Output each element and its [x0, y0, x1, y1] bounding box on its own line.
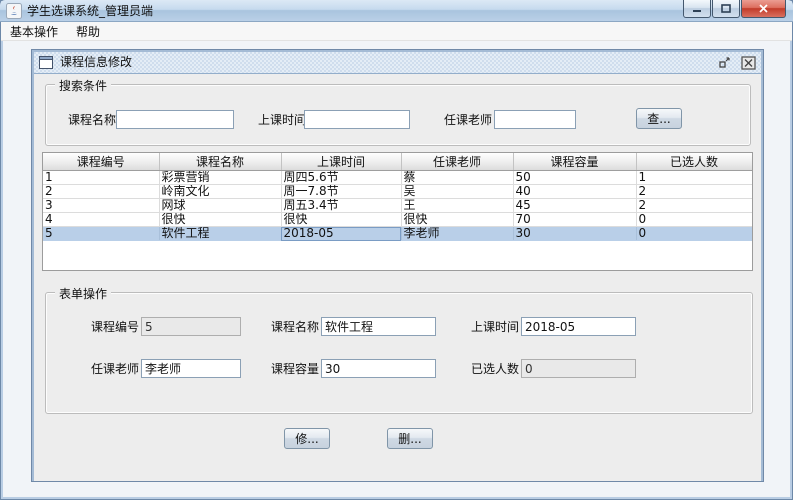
table-cell[interactable]: 很快 [159, 212, 282, 227]
form-selected-count-input [521, 359, 636, 378]
form-groupbox: 表单操作 课程编号 课程名称 上课时间 任课老师 课程容量 已选人数 [45, 285, 753, 414]
form-course-id-input [141, 317, 241, 336]
form-capacity-label: 课程容量 [271, 362, 320, 376]
form-teacher-input[interactable] [141, 359, 241, 378]
maximize-icon [721, 4, 731, 13]
internal-maximize-button[interactable] [716, 55, 732, 70]
table-cell[interactable]: 5 [43, 226, 160, 241]
search-group-title: 搜索条件 [55, 77, 112, 94]
search-time-label: 上课时间 [258, 113, 307, 127]
form-capacity-input[interactable] [321, 359, 436, 378]
menu-bar: 基本操作 帮助 [1, 22, 792, 41]
table-row[interactable]: 3 网球 周五3.4节王 45 2 [43, 198, 752, 213]
table-cell[interactable]: 软件工程 [159, 226, 282, 241]
form-course-name-label: 课程名称 [271, 320, 320, 334]
table-cell[interactable]: 蔡 [401, 170, 514, 185]
close-icon [759, 4, 768, 13]
col-header-capacity[interactable]: 课程容量 [513, 153, 637, 171]
table-cell[interactable]: 45 [513, 198, 637, 213]
search-time-input[interactable] [304, 110, 410, 129]
menu-item-help[interactable]: 帮助 [67, 22, 109, 41]
table-cell[interactable]: 很快 [281, 212, 402, 227]
course-table-body: 1 彩票营销 周四5.6节蔡 50 1 2 岭南文化 周一7.8节吴 40 2 3 网球 周五3.4节王… [43, 170, 752, 241]
java-app-icon [6, 3, 22, 19]
form-time-input[interactable] [521, 317, 636, 336]
table-cell[interactable]: 70 [513, 212, 637, 227]
col-header-time[interactable]: 上课时间 [281, 153, 402, 171]
search-button[interactable]: 查... [636, 108, 682, 129]
table-cell[interactable]: 30 [513, 226, 637, 241]
maximize-button[interactable] [712, 0, 740, 18]
app-window: 学生选课系统_管理员端 基本操作 帮助 课程信息修改 搜索条件 课程名称 上课时… [0, 0, 793, 500]
table-cell[interactable]: 3 [43, 198, 160, 213]
internal-maximize-icon [718, 57, 730, 68]
table-cell[interactable]: 50 [513, 170, 637, 185]
window-controls [682, 0, 786, 18]
form-course-id-label: 课程编号 [91, 320, 140, 334]
table-cell[interactable]: 李老师 [401, 226, 514, 241]
table-row[interactable]: 1 彩票营销 周四5.6节蔡 50 1 [43, 170, 752, 185]
internal-frame-icon [39, 56, 53, 69]
table-cell[interactable]: 0 [636, 226, 752, 241]
internal-close-button[interactable] [740, 55, 756, 70]
internal-close-icon [740, 55, 756, 70]
search-course-name-label: 课程名称 [68, 113, 117, 127]
menu-item-basic-ops[interactable]: 基本操作 [1, 22, 67, 41]
form-course-name-input[interactable] [321, 317, 436, 336]
internal-frame-title: 课程信息修改 [60, 55, 133, 69]
delete-button[interactable]: 删... [387, 428, 433, 449]
course-table-scrollpane[interactable]: 课程编号 课程名称 上课时间 任课老师 课程容量 已选人数 1 彩票营销 周四5.6… [42, 152, 753, 271]
form-selected-count-label: 已选人数 [471, 362, 520, 376]
table-cell[interactable]: 岭南文化 [159, 184, 282, 199]
course-table-header: 课程编号 课程名称 上课时间 任课老师 课程容量 已选人数 [43, 153, 752, 171]
table-cell[interactable]: 吴 [401, 184, 514, 199]
table-cell[interactable]: 4 [43, 212, 160, 227]
table-cell[interactable]: 2018-05 [281, 226, 402, 241]
col-header-course-id[interactable]: 课程编号 [43, 153, 160, 171]
desktop-pane: 课程信息修改 搜索条件 课程名称 上课时间 任课老师 查... 课程编号 课程名… [3, 41, 790, 496]
table-row[interactable]: 2 岭南文化 周一7.8节吴 40 2 [43, 184, 752, 199]
minimize-button[interactable] [683, 0, 711, 18]
form-teacher-label: 任课老师 [91, 362, 140, 376]
table-cell[interactable]: 40 [513, 184, 637, 199]
search-course-name-input[interactable] [116, 110, 234, 129]
col-header-selected-count[interactable]: 已选人数 [636, 153, 752, 171]
table-cell[interactable]: 王 [401, 198, 514, 213]
col-header-course-name[interactable]: 课程名称 [159, 153, 282, 171]
table-cell[interactable]: 2 [43, 184, 160, 199]
col-header-teacher[interactable]: 任课老师 [401, 153, 514, 171]
internal-frame-course-edit: 课程信息修改 搜索条件 课程名称 上课时间 任课老师 查... 课程编号 课程名… [32, 50, 763, 481]
search-teacher-input[interactable] [494, 110, 576, 129]
table-cell[interactable]: 2 [636, 198, 752, 213]
table-cell[interactable]: 很快 [401, 212, 514, 227]
table-cell[interactable]: 周四5.6节 [281, 170, 402, 185]
window-title: 学生选课系统_管理员端 [27, 4, 154, 18]
minimize-icon [693, 10, 701, 12]
table-cell[interactable]: 周一7.8节 [281, 184, 402, 199]
modify-button[interactable]: 修... [284, 428, 330, 449]
table-cell[interactable]: 1 [43, 170, 160, 185]
window-titlebar[interactable]: 学生选课系统_管理员端 [0, 0, 793, 22]
table-cell[interactable]: 网球 [159, 198, 282, 213]
table-cell[interactable]: 0 [636, 212, 752, 227]
table-row[interactable]: 4 很快 很快 很快 70 0 [43, 212, 752, 227]
close-button[interactable] [741, 0, 786, 18]
table-cell[interactable]: 2 [636, 184, 752, 199]
course-table: 课程编号 课程名称 上课时间 任课老师 课程容量 已选人数 1 彩票营销 周四5.6… [43, 153, 752, 241]
search-teacher-label: 任课老师 [444, 113, 493, 127]
form-group-title: 表单操作 [55, 285, 112, 302]
internal-frame-titlebar[interactable]: 课程信息修改 [34, 52, 761, 74]
table-row[interactable]: 5 软件工程 2018-05 李老师 30 0 [43, 226, 752, 241]
table-cell[interactable]: 彩票营销 [159, 170, 282, 185]
internal-frame-content: 搜索条件 课程名称 上课时间 任课老师 查... 课程编号 课程名称 上课时间 … [34, 74, 761, 481]
table-cell[interactable]: 1 [636, 170, 752, 185]
form-time-label: 上课时间 [471, 320, 520, 334]
table-cell[interactable]: 周五3.4节 [281, 198, 402, 213]
search-groupbox: 搜索条件 课程名称 上课时间 任课老师 查... [45, 77, 751, 146]
internal-frame-controls [716, 55, 756, 70]
